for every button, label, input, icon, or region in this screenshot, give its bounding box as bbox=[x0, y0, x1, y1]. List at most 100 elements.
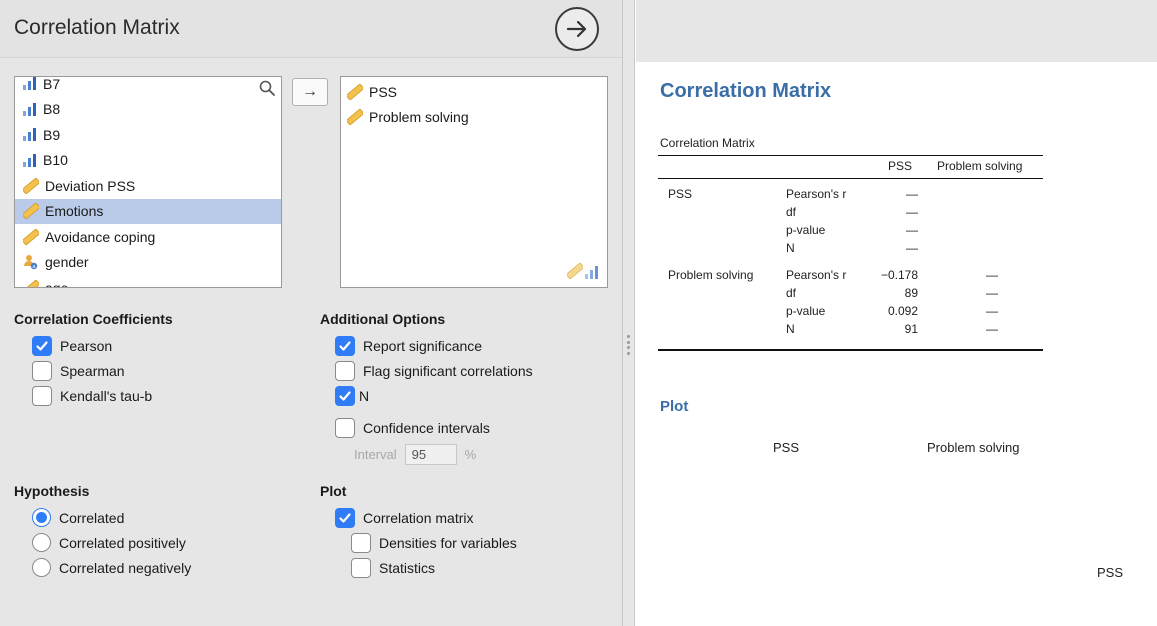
plot-heading: Plot bbox=[320, 483, 347, 499]
ruler-icon bbox=[23, 177, 39, 194]
checkbox[interactable] bbox=[335, 418, 355, 438]
allowed-types-indicator bbox=[567, 263, 599, 279]
list-item[interactable]: a gender bbox=[15, 250, 281, 276]
radio[interactable] bbox=[32, 558, 51, 577]
variable-label: Avoidance coping bbox=[45, 228, 156, 245]
table-bottom-rule bbox=[658, 349, 1043, 351]
ruler-icon bbox=[23, 279, 39, 287]
move-variables-button[interactable]: → bbox=[292, 78, 328, 106]
checkmark-icon bbox=[339, 391, 351, 401]
ruler-icon bbox=[23, 203, 39, 220]
ruler-icon bbox=[567, 263, 583, 279]
checkbox[interactable] bbox=[335, 361, 355, 381]
densities-label: Densities for variables bbox=[379, 535, 517, 551]
list-item[interactable]: PSS bbox=[341, 79, 607, 104]
run-arrow-button[interactable] bbox=[555, 7, 599, 51]
table-top-rule bbox=[658, 155, 1043, 156]
radio[interactable] bbox=[32, 533, 51, 552]
list-item[interactable]: B10 bbox=[15, 148, 281, 174]
variable-label: B8 bbox=[43, 101, 61, 118]
plot-column-label: Problem solving bbox=[927, 440, 1020, 455]
correlation-matrix-checkbox[interactable]: Correlation matrix bbox=[335, 508, 473, 528]
table-header-rule bbox=[658, 178, 1043, 179]
checkbox[interactable] bbox=[32, 361, 52, 381]
flag-significant-checkbox[interactable]: Flag significant correlations bbox=[335, 361, 533, 381]
list-item[interactable]: age bbox=[15, 275, 281, 287]
stat-label: Pearson's r bbox=[786, 268, 847, 282]
panel-splitter[interactable] bbox=[622, 0, 635, 626]
column-header-pss: PSS bbox=[888, 159, 913, 173]
list-item[interactable]: B8 bbox=[15, 97, 281, 123]
list-item[interactable]: Problem solving bbox=[341, 104, 607, 129]
plot-row-label: PSS bbox=[1097, 565, 1124, 580]
row-header-problem-solving: Problem solving bbox=[668, 268, 754, 282]
checkbox-checked[interactable] bbox=[335, 336, 355, 356]
report-significance-checkbox[interactable]: Report significance bbox=[335, 336, 482, 356]
densities-checkbox[interactable]: Densities for variables bbox=[351, 533, 517, 553]
variable-source-list[interactable]: B7 B8 B9 B10 Deviation PSS Emotions Avoi… bbox=[14, 76, 282, 288]
table-cell: 89 bbox=[904, 286, 918, 300]
interval-label: Interval bbox=[354, 447, 397, 462]
options-header: Correlation Matrix bbox=[0, 0, 622, 58]
kendall-checkbox[interactable]: Kendall's tau-b bbox=[32, 386, 152, 406]
list-item[interactable]: B7 bbox=[15, 76, 281, 97]
ordinal-bar-icon bbox=[23, 102, 36, 116]
ordinal-bar-icon bbox=[23, 153, 36, 167]
search-icon[interactable] bbox=[259, 80, 275, 96]
radio-selected[interactable] bbox=[32, 508, 51, 527]
table-cell: 91 bbox=[904, 322, 918, 336]
ordinal-bar-icon bbox=[23, 77, 36, 91]
list-item[interactable]: B9 bbox=[15, 122, 281, 148]
arrow-right-icon bbox=[566, 20, 587, 38]
table-cell: — bbox=[906, 223, 918, 237]
correlated-negatively-label: Correlated negatively bbox=[59, 559, 192, 576]
list-item[interactable]: Deviation PSS bbox=[15, 173, 281, 199]
n-checkbox[interactable]: N bbox=[335, 386, 369, 406]
ordinal-bar-icon bbox=[585, 266, 598, 279]
stat-label: df bbox=[786, 205, 797, 219]
checkbox[interactable] bbox=[351, 533, 371, 553]
stat-label: N bbox=[786, 322, 795, 336]
stat-label: N bbox=[786, 241, 795, 255]
table-cell: — bbox=[906, 205, 918, 219]
confidence-intervals-checkbox[interactable]: Confidence intervals bbox=[335, 418, 490, 438]
checkbox[interactable] bbox=[351, 558, 371, 578]
splitter-grip-icon[interactable] bbox=[627, 335, 630, 355]
list-item[interactable]: Avoidance coping bbox=[15, 224, 281, 250]
spearman-checkbox[interactable]: Spearman bbox=[32, 361, 125, 381]
checkbox[interactable] bbox=[32, 386, 52, 406]
interval-input[interactable]: 95 bbox=[404, 444, 457, 465]
list-item-selected[interactable]: Emotions bbox=[15, 198, 281, 224]
stat-label: p-value bbox=[786, 304, 826, 318]
plot-title: Plot bbox=[660, 398, 689, 415]
correlated-positively-radio[interactable]: Correlated positively bbox=[32, 533, 186, 552]
variable-label: B7 bbox=[43, 76, 61, 92]
spearman-label: Spearman bbox=[60, 363, 125, 379]
table-caption: Correlation Matrix bbox=[660, 136, 755, 150]
checkbox-checked[interactable] bbox=[335, 386, 355, 406]
interval-unit: % bbox=[464, 447, 477, 462]
flag-significant-label: Flag significant correlations bbox=[363, 363, 533, 379]
variable-label: gender bbox=[45, 254, 89, 271]
ruler-icon bbox=[23, 228, 39, 245]
correlated-label: Correlated bbox=[59, 509, 125, 526]
stat-label: df bbox=[786, 286, 797, 300]
column-header-problem-solving: Problem solving bbox=[937, 159, 1023, 173]
statistics-label: Statistics bbox=[379, 560, 436, 576]
correlated-radio[interactable]: Correlated bbox=[32, 508, 124, 527]
variable-label: Problem solving bbox=[369, 108, 469, 125]
confidence-intervals-label: Confidence intervals bbox=[363, 420, 490, 436]
checkbox-checked[interactable] bbox=[335, 508, 355, 528]
pearson-label: Pearson bbox=[60, 338, 113, 354]
statistics-checkbox[interactable]: Statistics bbox=[351, 558, 435, 578]
selected-variables-list[interactable]: PSS Problem solving bbox=[340, 76, 608, 288]
table-cell: — bbox=[906, 241, 918, 255]
correlated-negatively-radio[interactable]: Correlated negatively bbox=[32, 558, 191, 577]
pearson-checkbox[interactable]: Pearson bbox=[32, 336, 112, 356]
nominal-person-icon: a bbox=[24, 255, 38, 270]
interval-row: Interval 95 % bbox=[354, 444, 476, 465]
checkmark-icon bbox=[339, 341, 351, 351]
checkbox-checked[interactable] bbox=[32, 336, 52, 356]
additional-options-heading: Additional Options bbox=[320, 311, 446, 327]
checkmark-icon bbox=[36, 341, 48, 351]
